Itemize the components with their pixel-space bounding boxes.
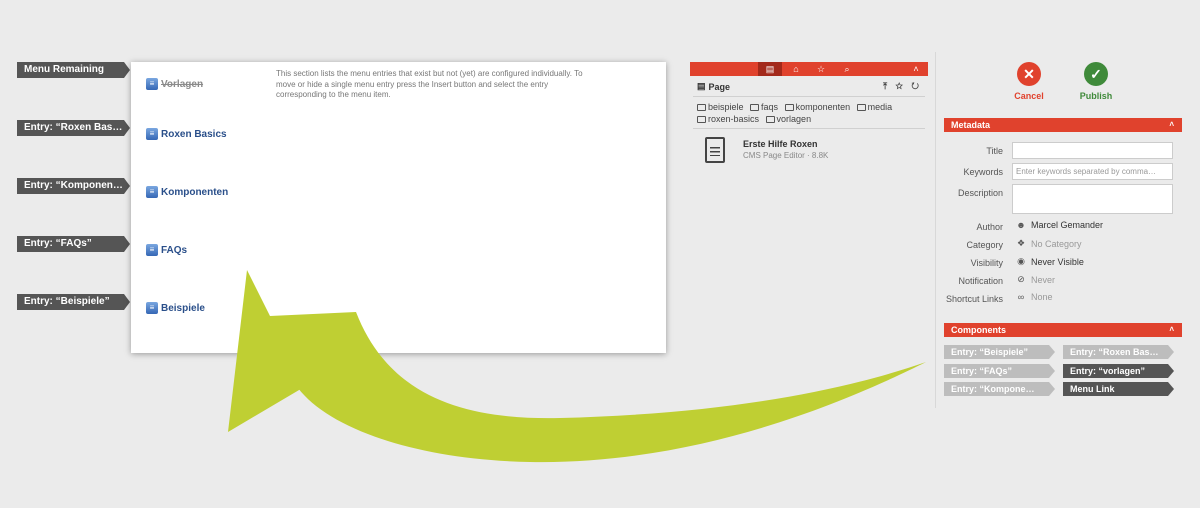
check-icon: ✓ bbox=[1084, 62, 1108, 86]
file-browser-header: ▤ Page ⤒ ☆ ↻ bbox=[697, 81, 922, 92]
component-entry-komponenten[interactable]: Entry: “Kompone… bbox=[944, 382, 1055, 396]
component-entry-faqs[interactable]: Entry: “FAQs” bbox=[944, 364, 1055, 378]
category-value[interactable]: ❖ No Category bbox=[1015, 238, 1082, 249]
header-tools[interactable]: ⤒ ☆ ↻ bbox=[883, 81, 922, 92]
folder-item[interactable]: roxen-basics bbox=[697, 113, 759, 125]
file-item[interactable]: Erste Hilfe Roxen CMS Page Editor · 8.8K bbox=[705, 137, 828, 163]
title-label: Title bbox=[986, 146, 1003, 156]
description-field[interactable] bbox=[1012, 184, 1173, 214]
folder-item[interactable]: komponenten bbox=[784, 101, 850, 113]
user-icon: ☻ bbox=[1016, 220, 1026, 230]
component-entry-vorlagen[interactable]: Entry: “vorlagen” bbox=[1063, 364, 1174, 378]
folder-icon bbox=[856, 104, 866, 111]
divider bbox=[693, 96, 925, 97]
shortcut-links-value[interactable]: ∞ None bbox=[1015, 292, 1053, 302]
folder-item[interactable]: media bbox=[856, 101, 892, 113]
description-label: Description bbox=[957, 188, 1003, 198]
bell-slash-icon: ⊘ bbox=[1017, 274, 1025, 284]
link-icon: ∞ bbox=[1017, 292, 1025, 302]
folder-icon bbox=[784, 104, 794, 111]
home-icon[interactable]: ⌂ bbox=[784, 62, 808, 76]
metadata-title: Metadata bbox=[951, 120, 991, 130]
author-label: Author bbox=[976, 222, 1003, 232]
folder-item[interactable]: beispiele bbox=[697, 101, 744, 113]
close-icon: ✕ bbox=[1017, 62, 1041, 86]
shortcut-links-label: Shortcut Links bbox=[945, 294, 1003, 304]
folder-icon bbox=[697, 116, 706, 123]
document-icon bbox=[705, 137, 725, 163]
folder-item[interactable]: vorlagen bbox=[765, 113, 811, 125]
notification-label: Notification bbox=[958, 276, 1003, 286]
author-value[interactable]: ☻ Marcel Gemander bbox=[1015, 220, 1103, 230]
file-name: Erste Hilfe Roxen bbox=[743, 139, 818, 149]
page-icon: ▤ bbox=[697, 81, 706, 91]
eye-slash-icon: ◉ bbox=[1017, 256, 1025, 266]
category-label: Category bbox=[966, 240, 1003, 250]
tag-icon: ❖ bbox=[1016, 238, 1026, 248]
chevron-up-icon[interactable]: ˄ bbox=[1169, 323, 1174, 337]
divider bbox=[935, 52, 936, 408]
chevron-up-icon[interactable]: ˄ bbox=[1169, 118, 1174, 132]
components-title: Components bbox=[951, 325, 1006, 335]
notification-value[interactable]: ⊘ Never bbox=[1015, 274, 1055, 285]
component-entry-beispiele[interactable]: Entry: “Beispiele” bbox=[944, 345, 1055, 359]
folder-icon bbox=[697, 104, 706, 111]
metadata-header[interactable]: Metadata ˄ bbox=[944, 118, 1182, 132]
folder-icon bbox=[750, 104, 760, 111]
component-menu-link[interactable]: Menu Link bbox=[1063, 382, 1174, 396]
title-field[interactable] bbox=[1012, 142, 1173, 159]
cancel-label: Cancel bbox=[1014, 91, 1044, 101]
file-browser-toolbar: ▤ ⌂ ☆ ⌕ ˄ bbox=[690, 62, 928, 76]
chevron-up-icon[interactable]: ˄ bbox=[904, 62, 928, 76]
keywords-field[interactable]: Enter keywords separated by comma… bbox=[1012, 163, 1173, 180]
visibility-label: Visibility bbox=[970, 258, 1003, 268]
publish-button[interactable]: ✓ Publish bbox=[1066, 62, 1126, 101]
folder-item[interactable]: faqs bbox=[750, 101, 778, 113]
publish-label: Publish bbox=[1079, 91, 1113, 101]
components-header[interactable]: Components ˄ bbox=[944, 323, 1182, 337]
file-browser-title: Page bbox=[708, 81, 731, 92]
divider bbox=[693, 128, 925, 129]
folder-list: beispiele faqs komponenten media roxen-b… bbox=[697, 101, 922, 125]
keywords-label: Keywords bbox=[963, 167, 1003, 177]
folder-icon bbox=[765, 116, 775, 123]
file-meta: CMS Page Editor · 8.8K bbox=[743, 151, 829, 160]
cancel-button[interactable]: ✕ Cancel bbox=[999, 62, 1059, 101]
star-icon[interactable]: ☆ bbox=[809, 62, 833, 76]
search-icon[interactable]: ⌕ bbox=[835, 62, 859, 76]
page-icon[interactable]: ▤ bbox=[758, 62, 782, 76]
visibility-value[interactable]: ◉ Never Visible bbox=[1015, 256, 1084, 267]
component-entry-roxen-basics[interactable]: Entry: “Roxen Bas… bbox=[1063, 345, 1174, 359]
